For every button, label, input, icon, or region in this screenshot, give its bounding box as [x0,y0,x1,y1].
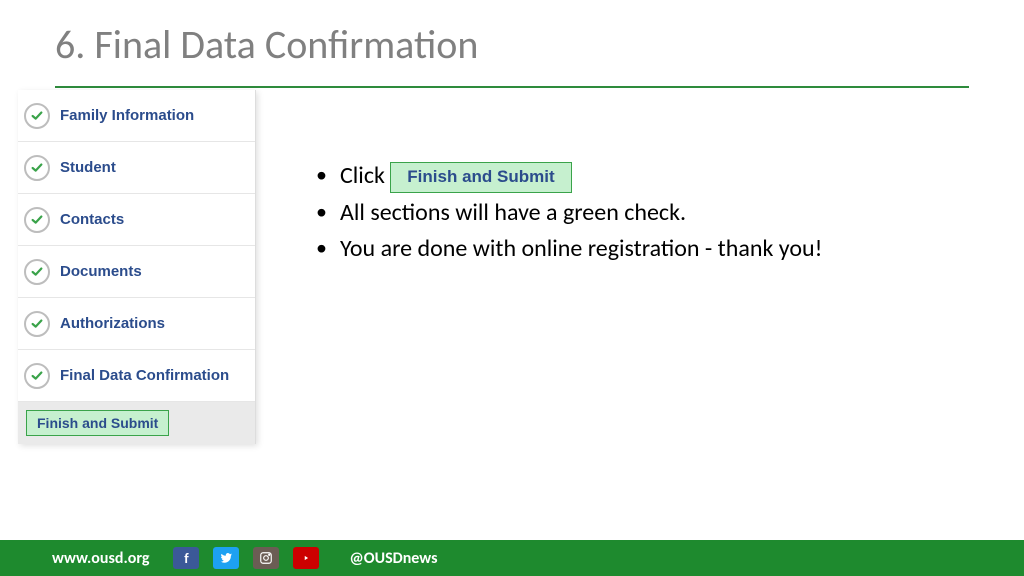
page-title: 6. Final Data Confirmation [55,20,478,69]
finish-and-submit-inline-button: Finish and Submit [390,162,571,193]
instructions: Click Finish and Submit All sections wil… [310,160,910,270]
finish-and-submit-button[interactable]: Finish and Submit [26,410,169,436]
check-icon [24,311,50,337]
twitter-icon[interactable] [213,547,239,569]
bullet-green-check: All sections will have a green check. [310,197,910,229]
sidebar-item-label: Student [60,159,116,176]
sidebar-item-label: Documents [60,263,142,280]
check-icon [24,155,50,181]
sidebar-item-final-data-confirmation[interactable]: Final Data Confirmation [18,350,255,402]
check-icon [24,259,50,285]
sidebar: Family Information Student Contacts Docu… [18,90,256,444]
bullet-done: You are done with online registration - … [310,233,910,265]
footer-handle: @OUSDnews [349,549,437,568]
sidebar-item-family-information[interactable]: Family Information [18,90,255,142]
bullet-click-finish: Click Finish and Submit [310,160,910,193]
check-icon [24,363,50,389]
bullet-text: Click [340,161,390,190]
title-divider [55,86,969,88]
sidebar-item-student[interactable]: Student [18,142,255,194]
sidebar-item-contacts[interactable]: Contacts [18,194,255,246]
sidebar-item-label: Family Information [60,107,194,124]
footer: www.ousd.org f @OUSDnews [0,540,1024,576]
youtube-icon[interactable] [293,547,319,569]
footer-url: www.ousd.org [52,549,149,568]
sidebar-item-authorizations[interactable]: Authorizations [18,298,255,350]
finish-row: Finish and Submit [18,402,255,444]
sidebar-item-label: Contacts [60,211,124,228]
check-icon [24,207,50,233]
check-icon [24,103,50,129]
instagram-icon[interactable] [253,547,279,569]
sidebar-item-label: Authorizations [60,315,165,332]
facebook-icon[interactable]: f [173,547,199,569]
sidebar-item-label: Final Data Confirmation [60,367,229,384]
sidebar-item-documents[interactable]: Documents [18,246,255,298]
